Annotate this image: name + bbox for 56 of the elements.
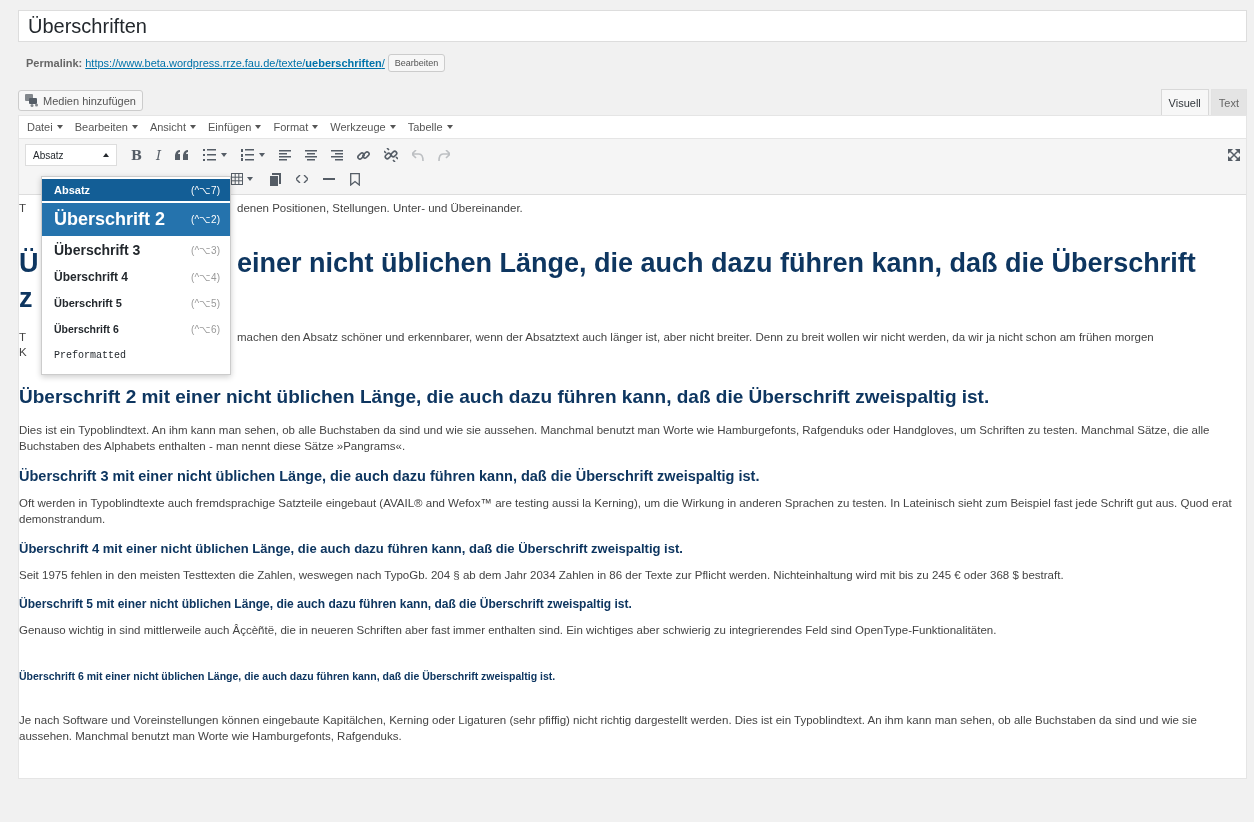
numbered-list-icon[interactable] — [241, 149, 266, 161]
menu-item[interactable]: Format — [267, 121, 325, 133]
link-icon[interactable] — [357, 148, 371, 162]
text-fragment: K — [19, 345, 27, 360]
heading-text: Überschrift 2 mit einer nicht üblichen Länge, die auch dazu führen kann, daß die Überschrift zweispaltig ist. — [19, 386, 991, 408]
permalink-label: Permalink: — [26, 57, 83, 69]
paragraph-text: Seit 1975 fehlen in den meisten Testtexten die Zahlen, weswegen nach TypoGb. 204 § ab dem Jahr 2034 Zahlen in 86 der Texte zur Pflicht werden. Nichteinhaltung wird mit bis zu 245 € oder 368 $ bestraft. — [19, 568, 1065, 583]
format-option[interactable]: Überschrift 4 (^⌥4) — [42, 264, 230, 290]
unlink-icon[interactable] — [384, 148, 399, 162]
paragraph-text: machen den Absatz schöner und erkennbarer, wenn der Absatztext auch länger ist, aber nicht breiter. Denn zu breit wollen wir nicht werden, da wir ja nicht schon am frühen morgen — [237, 330, 1155, 345]
table-icon[interactable] — [231, 173, 255, 185]
menu-item[interactable]: Bearbeiten — [68, 121, 144, 133]
code-icon[interactable] — [296, 175, 308, 183]
align-center-icon[interactable] — [305, 149, 318, 161]
text-fragment: T — [19, 330, 27, 345]
format-select[interactable]: Absatz — [25, 144, 117, 166]
editor-tab[interactable]: Visuell — [1160, 89, 1209, 115]
format-option[interactable]: Überschrift 6 (^⌥6) — [42, 316, 230, 342]
paragraph-text: Genauso wichtig in sind mittlerweile auch Âçcèñtë, die in neueren Schriften aber fast immer enthalten sind. Ein wichtiges aber schwierig zu integrierendes Feld sind OpenType-Funktionalitäten. — [19, 623, 998, 638]
menu-item[interactable]: Tabelle — [401, 121, 459, 133]
bookmark-icon[interactable] — [350, 172, 360, 186]
media-icon — [25, 94, 39, 107]
bullet-list-icon[interactable] — [203, 149, 228, 161]
heading-text: Überschrift 5 mit einer nicht üblichen Länge, die auch dazu führen kann, daß die Überschrift zweispaltig ist. — [19, 597, 633, 611]
permalink-link[interactable]: https://www.beta.wordpress.rrze.fau.de/texte/ueberschriften/ — [85, 57, 385, 69]
menu-item[interactable]: Ansicht — [143, 121, 202, 133]
text-fragment: z — [19, 282, 33, 315]
paragraph-text: denen Positionen, Stellungen. Unter- und Übereinander. — [237, 201, 524, 216]
editor-tab[interactable]: Text — [1210, 89, 1247, 115]
paste-text-icon[interactable] — [270, 172, 281, 186]
format-option[interactable]: Überschrift 5 (^⌥5) — [42, 290, 230, 316]
italic-button[interactable]: I — [156, 147, 162, 163]
heading-text: Überschrift 3 mit einer nicht üblichen Länge, die auch dazu führen kann, daß die Überschrift zweispaltig ist. — [19, 468, 761, 484]
add-media-button[interactable]: Medien hinzufügen — [18, 90, 143, 111]
paragraph-text: Oft werden in Typoblindtexte auch fremdsprachige Satzteile eingebaut (AVAIL® and Wefox™ are testing aussi la Kerning), um die Wirkung in anderen Sprachen zu testen. In Lateinisch sieht zum Beispiel fast jede Schrift gut aus. Quod erat demonstrandum. — [19, 496, 1233, 527]
menu-item[interactable]: Datei — [21, 121, 69, 133]
quote-icon[interactable] — [175, 150, 190, 160]
fullscreen-icon[interactable] — [1228, 149, 1240, 161]
menu-item[interactable]: Einfügen — [202, 121, 268, 133]
format-option[interactable]: Überschrift 2 (^⌥2) — [42, 203, 230, 236]
edit-permalink-button[interactable]: Bearbeiten — [387, 54, 446, 72]
format-option[interactable]: Preformatted — [42, 342, 230, 368]
bold-button[interactable]: B — [131, 147, 142, 163]
heading-text: Überschrift 4 mit einer nicht üblichen Länge, die auch dazu führen kann, daß die Überschrift zweispaltig ist. — [19, 541, 684, 556]
menu-item[interactable]: Werkzeuge — [324, 121, 402, 133]
heading-text: einer nicht üblichen Länge, die auch dazu führen kann, daß die Überschrift — [237, 247, 1197, 280]
format-option[interactable]: Absatz (^⌥7) — [42, 179, 230, 201]
text-fragment: T — [19, 201, 27, 216]
paragraph-text: Dies ist ein Typoblindtext. An ihm kann man sehen, ob alle Buchstaben da sind und wie sie aussehen. Manchmal benutzt man Worte wie Hamburgefonts, Rafgenduks oder Handgloves, um Schriften zu testen. Manchmal Sätze, die alle Buchstaben des Alphabets enthalten - man nennt diese Sätze »Pangrams«. — [19, 423, 1211, 454]
paragraph-text: Je nach Software und Voreinstellungen können eingebaute Kapitälchen, Kerning oder Ligaturen (sehr pfiffig) nicht richtig dargestellt werden. Dies ist ein Typoblindtext. An ihm kann man sehen, ob alle Buchstaben da sind und wie sie aussehen. Manchmal benutzt man Worte wie Hamburgefonts, Rafgenduks. — [19, 713, 1198, 744]
align-right-icon[interactable] — [331, 149, 344, 161]
text-fragment: Ü — [19, 247, 39, 280]
align-left-icon[interactable] — [279, 149, 292, 161]
title-field[interactable]: Überschriften — [18, 10, 1247, 42]
heading-text: Überschrift 6 mit einer nicht üblichen Länge, die auch dazu führen kann, daß die Überschrift zweispaltig ist. — [19, 670, 557, 682]
format-option[interactable]: Überschrift 3 (^⌥3) — [42, 236, 230, 264]
